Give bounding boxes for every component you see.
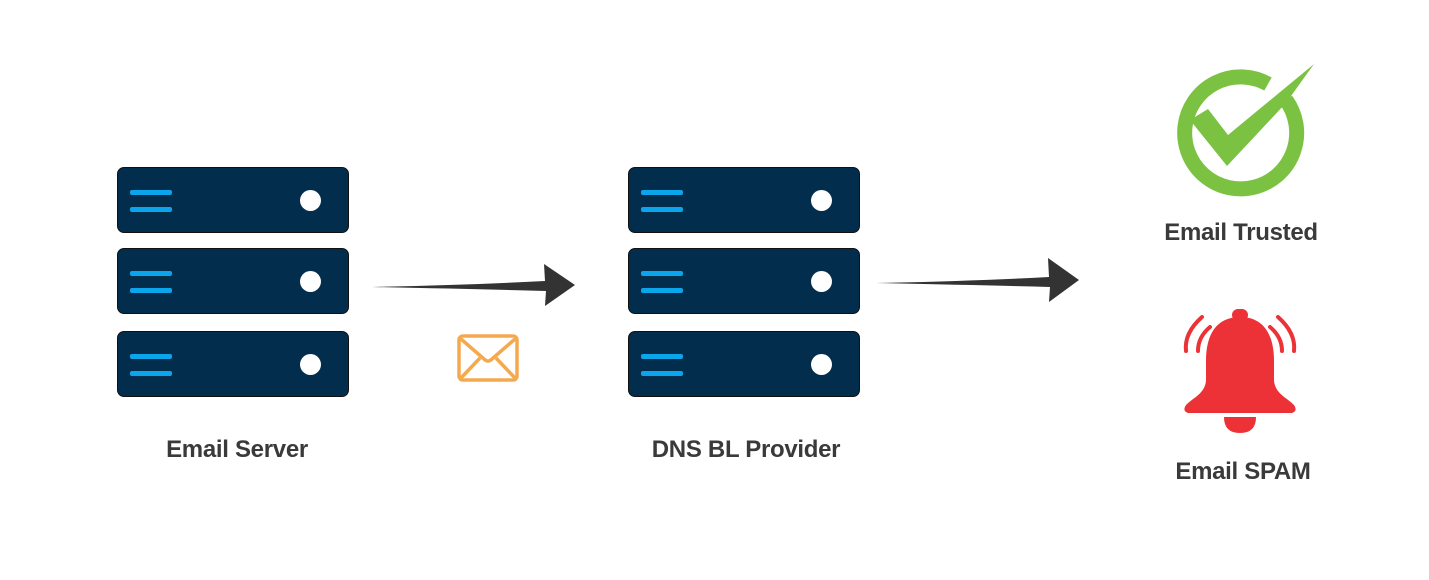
server-led: [811, 271, 832, 292]
server-indicator-bar: [641, 190, 683, 195]
alarm-bell-icon: [1183, 309, 1297, 433]
arrow-right-icon: [876, 258, 1079, 302]
check-circle-icon: [1177, 64, 1314, 197]
server-led: [300, 190, 321, 211]
server-indicator-bar: [130, 354, 172, 359]
server-led: [300, 271, 321, 292]
email-spam-label: Email SPAM: [1175, 458, 1311, 485]
server-indicator-bar: [641, 207, 683, 212]
server-indicator-bar: [130, 207, 172, 212]
server-unit: [117, 167, 349, 233]
server-indicator-bar: [130, 190, 172, 195]
server-indicator-bar: [130, 271, 172, 276]
server-unit: [628, 331, 860, 397]
server-led: [811, 354, 832, 375]
server-indicator-bar: [130, 288, 172, 293]
arrow-right-icon: [372, 264, 575, 306]
server-indicator-bar: [641, 271, 683, 276]
email-server-label: Email Server: [166, 436, 308, 463]
server-unit: [628, 167, 860, 233]
dns-bl-provider-icon: [628, 167, 860, 399]
dns-bl-provider-label: DNS BL Provider: [651, 436, 841, 463]
server-led: [811, 190, 832, 211]
server-indicator-bar: [130, 371, 172, 376]
server-indicator-bar: [641, 288, 683, 293]
envelope-icon: [457, 334, 519, 382]
email-server-icon: [117, 167, 349, 399]
email-trusted-label: Email Trusted: [1164, 219, 1318, 246]
server-unit: [117, 248, 349, 314]
server-indicator-bar: [641, 371, 683, 376]
server-unit: [628, 248, 860, 314]
server-led: [300, 354, 321, 375]
server-unit: [117, 331, 349, 397]
server-indicator-bar: [641, 354, 683, 359]
